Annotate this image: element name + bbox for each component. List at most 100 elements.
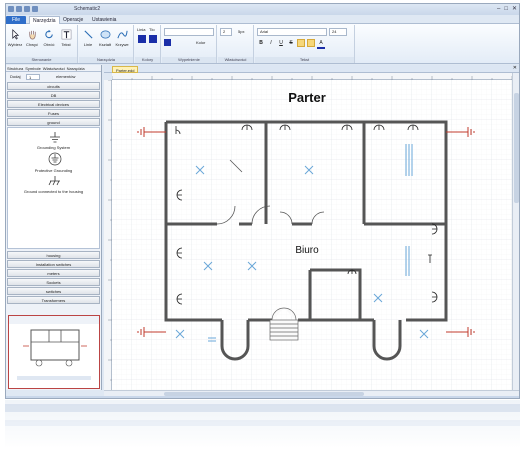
ribbon-tabs: File Narzędzia Operacje Ustawienia [6,15,519,24]
minimap-preview [9,316,99,380]
quick-access-toolbar [8,6,38,12]
add-label: Dodaj [10,74,21,79]
line-width-input[interactable]: 2 [220,28,232,36]
document-tab-parter[interactable]: Parter.edd [112,66,139,73]
tab-narzedzia[interactable]: Narzędzia [29,16,60,24]
bold-button[interactable]: B [257,39,265,49]
symbol-label: Ground connected to the housing [23,189,84,194]
vertical-ruler [104,79,112,390]
ribbon-group-text: Arial 24 B I U S A Tekst [255,25,355,63]
line-tool-button[interactable]: Linie [80,29,96,47]
status-bar [6,396,519,398]
window-title: Schematic2 [74,6,101,12]
symbol-label: Grounding System [36,145,71,150]
curve-tool-label: Krzywe [115,42,129,47]
strike-button[interactable]: S [287,39,295,49]
align-center-button[interactable] [307,39,315,47]
protective-grounding-icon[interactable] [48,152,62,166]
group-label-fill: Wypełnienie [162,57,216,63]
left-panel: Struktura Symbole Właściwości Narzędzia … [6,65,102,390]
redo-icon[interactable] [24,6,30,12]
tab-structure[interactable]: Struktura [6,65,24,71]
category-meters[interactable]: meters [7,269,100,277]
save-icon[interactable] [8,6,14,12]
new-icon[interactable] [32,6,38,12]
font-color-button[interactable]: A [317,39,325,49]
select-button[interactable]: Wybierz [7,29,23,47]
symbol-label: Protective Grounding [34,168,73,173]
vertical-scroll-thumb[interactable] [514,93,519,203]
shape-icon [100,30,110,39]
category-sockets[interactable]: Sockets [7,278,100,286]
minimap[interactable] [8,315,100,389]
vertical-scrollbar[interactable] [512,73,519,391]
tab-ustawienia[interactable]: Ustawienia [89,16,119,24]
tab-file[interactable]: File [6,16,26,24]
fill-color-label: Tło [149,27,155,32]
shape-tool-button[interactable]: Kształt [97,29,113,47]
font-size-dropdown[interactable]: 24 [329,28,347,36]
category-circuits[interactable]: circuits [7,82,100,90]
group-label-text: Tekst [255,57,354,63]
category-ground[interactable]: ground [7,118,100,126]
select-label: Wybierz [7,42,23,47]
category-db[interactable]: DB [7,91,100,99]
fill-color-swatch[interactable] [149,35,157,43]
undo-icon[interactable] [16,6,22,12]
grounding-system-icon[interactable] [48,132,62,144]
line-icon [83,30,93,39]
rotate-button[interactable]: Obróć [41,29,57,47]
window-reflection [5,400,520,468]
italic-button[interactable]: I [267,39,275,49]
line-color-swatch[interactable] [138,35,146,43]
line-width-unit: 5px [238,29,245,34]
tab-symbols[interactable]: Symbole [24,65,42,71]
ribbon-group-colors: Linia Tło Kolory [135,25,161,63]
align-left-button[interactable] [297,39,305,47]
fill-color-preview [164,39,171,46]
underline-button[interactable]: U [277,39,285,49]
close-document-icon[interactable]: ✕ [513,65,517,71]
category-transformers[interactable]: Transformers [7,296,100,304]
minimize-icon[interactable]: – [497,5,500,13]
add-count-input[interactable]: 1 [26,74,40,80]
tab-tools[interactable]: Narzędzia [66,65,86,71]
tab-properties[interactable]: Właściwości [42,65,66,71]
category-housing[interactable]: housing [7,251,100,259]
curve-tool-button[interactable]: Krzywe [114,29,130,47]
maximize-icon[interactable]: □ [504,5,508,13]
group-label-control: Sterowanie [6,57,77,63]
title-bar: Schematic2 – □ ✕ [6,4,519,15]
pan-label: Chwyć [25,42,38,47]
text-label: Tekst [61,42,71,47]
font-family-dropdown[interactable]: Arial [257,28,327,36]
symbol-list: Grounding System Protective Grounding Gr… [7,127,100,249]
tab-operacje[interactable]: Operacje [60,16,86,24]
hand-icon [28,30,36,40]
document-tabs: Parter.edd ✕ [104,65,519,73]
close-icon[interactable]: ✕ [512,5,517,13]
group-label-colors: Kolory [135,57,160,63]
add-row: Dodaj 1 elementów [6,72,101,82]
ribbon-group-tools: Linie Kształt Krzywe Narzędzia [79,25,134,63]
line-tool-label: Linie [83,42,93,47]
category-electrical-devices[interactable]: Electrical devices [7,100,100,108]
color-label: Kolor [196,40,206,45]
ribbon-group-fill: Kolor Wypełnienie [162,25,217,63]
elements-label: elementów [56,74,76,79]
fill-style-dropdown[interactable] [164,28,214,36]
category-installation-switches[interactable]: Installation switches [7,260,100,268]
left-panel-tabs: Struktura Symbole Właściwości Narzędzia [6,65,101,72]
rotate-label: Obróć [43,42,55,47]
category-switches[interactable]: switches [7,287,100,295]
category-fuses[interactable]: Fuses [7,109,100,117]
rotate-icon [44,29,53,39]
application-window: Schematic2 – □ ✕ File Narzędzia Operacje… [5,3,520,399]
ground-housing-icon[interactable] [48,176,62,188]
drawing-canvas[interactable]: Parter Biuro [112,80,512,390]
pan-button[interactable]: Chwyć [24,29,40,47]
text-button[interactable]: Tekst [58,29,74,47]
grid-background [112,80,512,390]
window-controls: – □ ✕ [497,5,517,13]
vertical-ruler-ticks [108,79,112,381]
